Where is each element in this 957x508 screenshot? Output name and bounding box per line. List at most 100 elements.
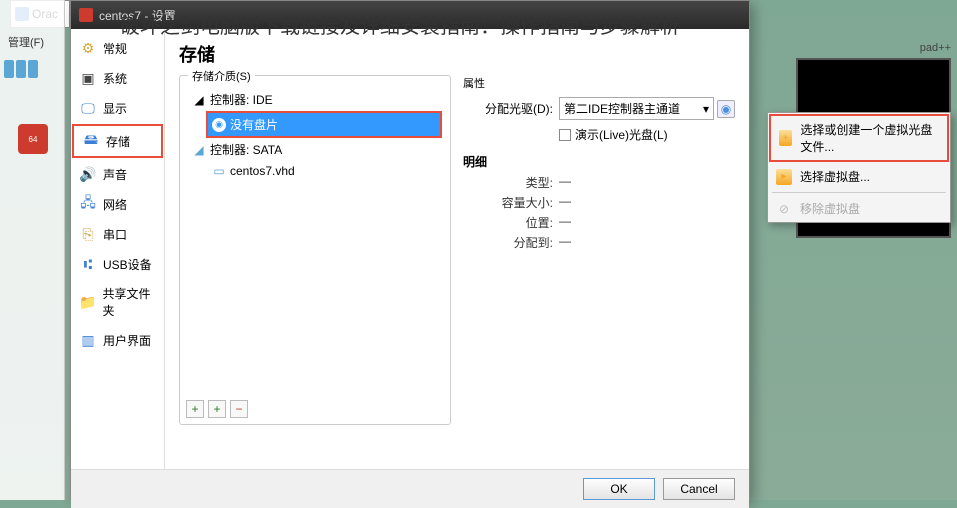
sidebar-item-9[interactable]: ▥ 用户界面	[71, 325, 164, 355]
sidebar-label: 系统	[103, 70, 127, 87]
sidebar-icon: ▣	[79, 69, 97, 87]
detail-val: —	[559, 234, 571, 251]
drive-select[interactable]: 第二IDE控制器主通道 ▾	[559, 97, 714, 120]
vhd-label: centos7.vhd	[230, 164, 295, 178]
tool-icons	[0, 56, 64, 82]
choose-disk-icon: ▸	[776, 169, 792, 185]
storage-toolbar: + + −	[186, 400, 248, 418]
drive-icon: ▭	[212, 164, 226, 178]
manage-menu[interactable]: 管理(F)	[0, 28, 64, 56]
live-cd-checkbox-row[interactable]: 演示(Live)光盘(L)	[559, 126, 735, 143]
settings-window: centos7 - 设置 ⚙ 常规 ▣ 系统 🖵 显示🖴 存储 🔊 声音 🖧 网络 ⎘ 串口 ⑆ USB设备…	[70, 0, 750, 500]
live-cd-label: 演示(Live)光盘(L)	[575, 126, 668, 143]
sidebar-item-1[interactable]: ▣ 系统	[71, 63, 164, 93]
detail-val: —	[559, 194, 571, 211]
remove-button[interactable]: −	[230, 400, 248, 418]
drive-value: 第二IDE控制器主通道	[564, 100, 680, 117]
checkbox-icon[interactable]	[559, 129, 571, 141]
sidebar-icon: 📁	[79, 293, 96, 311]
sidebar-label: 存储	[106, 133, 130, 150]
sidebar-icon: 🔊	[79, 165, 97, 183]
choose-disk-label: 选择虚拟盘...	[800, 168, 870, 185]
branch-icon: ◢	[192, 143, 206, 157]
controller-sata-label: 控制器: SATA	[210, 141, 282, 158]
branch-icon: ◢	[192, 93, 206, 107]
cancel-button[interactable]: Cancel	[663, 478, 735, 500]
detail-section: 明细 类型: — 容量大小: — 位置: — 分配到: —	[463, 153, 735, 251]
sidebar-icon: ⚙	[79, 39, 97, 57]
disc-icon: ◉	[212, 118, 226, 132]
remove-disk-label: 移除虚拟盘	[800, 200, 860, 217]
sidebar-item-3[interactable]: 🖴 存储	[72, 124, 163, 158]
sidebar-item-0[interactable]: ⚙ 常规	[71, 33, 164, 63]
settings-sidebar: ⚙ 常规 ▣ 系统 🖵 显示🖴 存储 🔊 声音 🖧 网络 ⎘ 串口 ⑆ USB设备 📁 共享文件夹 ▥ 用户界面	[71, 29, 165, 469]
menu-choose-create-disk[interactable]: + 选择或创建一个虚拟光盘文件...	[769, 114, 949, 162]
sidebar-item-7[interactable]: ⑆ USB设备	[71, 249, 164, 279]
detail-val: —	[559, 174, 571, 191]
main-panel: 存储 存储介质(S) ◢ 控制器: IDE ◉ 没有盘片	[165, 29, 749, 469]
storage-media-fieldset: 存储介质(S) ◢ 控制器: IDE ◉ 没有盘片 ◢	[179, 75, 451, 425]
sidebar-icon: 🖵	[79, 99, 97, 117]
detail-key: 类型:	[463, 174, 553, 191]
sidebar-label: 共享文件夹	[102, 285, 156, 319]
tree-item-no-disc[interactable]: ◉ 没有盘片	[206, 111, 442, 138]
page-title: 存储	[179, 37, 735, 75]
controller-ide-label: 控制器: IDE	[210, 91, 273, 108]
storage-tree: ◢ 控制器: IDE ◉ 没有盘片 ◢ 控制器: SATA	[188, 88, 442, 181]
sidebar-icon: ⎘	[79, 225, 97, 243]
desktop-app-icon[interactable]: 64	[18, 124, 48, 154]
sidebar-label: 声音	[103, 166, 127, 183]
choose-create-label: 选择或创建一个虚拟光盘文件...	[800, 121, 939, 155]
detail-row-3: 分配到: —	[463, 234, 735, 251]
add-controller-button[interactable]: +	[186, 400, 204, 418]
attributes-section: 属性 分配光驱(D): 第二IDE控制器主通道 ▾ ◉	[463, 75, 735, 143]
sidebar-label: 网络	[103, 196, 127, 213]
detail-key: 容量大小:	[463, 194, 553, 211]
dialog-buttons: OK Cancel	[71, 469, 749, 508]
sidebar-icon: 🖴	[82, 132, 100, 150]
disc-icon: ◉	[721, 102, 731, 116]
detail-legend: 明细	[463, 153, 735, 170]
window-icon	[79, 8, 93, 22]
sidebar-item-8[interactable]: 📁 共享文件夹	[71, 279, 164, 325]
detail-key: 位置:	[463, 214, 553, 231]
attr-legend: 属性	[463, 75, 735, 91]
add-attachment-button[interactable]: +	[208, 400, 226, 418]
titlebar[interactable]: centos7 - 设置	[71, 1, 749, 29]
menu-remove-disk: ⊘ 移除虚拟盘	[768, 195, 950, 222]
detail-key: 分配到:	[463, 234, 553, 251]
sidebar-label: 常规	[103, 40, 127, 57]
chevron-down-icon: ▾	[703, 102, 709, 116]
add-disk-icon: +	[779, 130, 792, 146]
sidebar-icon: ⑆	[79, 255, 97, 273]
detail-row-0: 类型: —	[463, 174, 735, 191]
tree-controller-sata[interactable]: ◢ 控制器: SATA	[188, 138, 442, 161]
sidebar-item-2[interactable]: 🖵 显示	[71, 93, 164, 123]
sidebar-label: 用户界面	[103, 332, 151, 349]
sidebar-item-5[interactable]: 🖧 网络	[71, 189, 164, 219]
sidebar-icon: ▥	[79, 331, 97, 349]
sidebar-label: USB设备	[103, 256, 152, 273]
sidebar-item-4[interactable]: 🔊 声音	[71, 159, 164, 189]
disk-context-menu: + 选择或创建一个虚拟光盘文件... ▸ 选择虚拟盘... ⊘ 移除虚拟盘	[767, 112, 951, 223]
sidebar-label: 显示	[103, 100, 127, 117]
remove-disk-icon: ⊘	[776, 201, 792, 217]
window-title: centos7 - 设置	[99, 7, 176, 24]
right-app-label: pad++	[920, 42, 951, 54]
left-desktop-bar: 管理(F)	[0, 0, 65, 500]
tree-controller-ide[interactable]: ◢ 控制器: IDE	[188, 88, 442, 111]
detail-row-2: 位置: —	[463, 214, 735, 231]
drive-label: 分配光驱(D):	[463, 100, 553, 117]
sidebar-icon: 🖧	[79, 195, 97, 213]
menu-separator	[772, 192, 946, 193]
detail-val: —	[559, 214, 571, 231]
no-disc-label: 没有盘片	[230, 116, 278, 133]
tree-item-vhd[interactable]: ▭ centos7.vhd	[208, 161, 442, 181]
media-legend: 存储介质(S)	[188, 68, 255, 84]
menu-choose-disk[interactable]: ▸ 选择虚拟盘...	[768, 163, 950, 190]
sidebar-item-6[interactable]: ⎘ 串口	[71, 219, 164, 249]
sidebar-label: 串口	[103, 226, 127, 243]
detail-row-1: 容量大小: —	[463, 194, 735, 211]
choose-disk-button[interactable]: ◉	[717, 100, 735, 118]
ok-button[interactable]: OK	[583, 478, 655, 500]
